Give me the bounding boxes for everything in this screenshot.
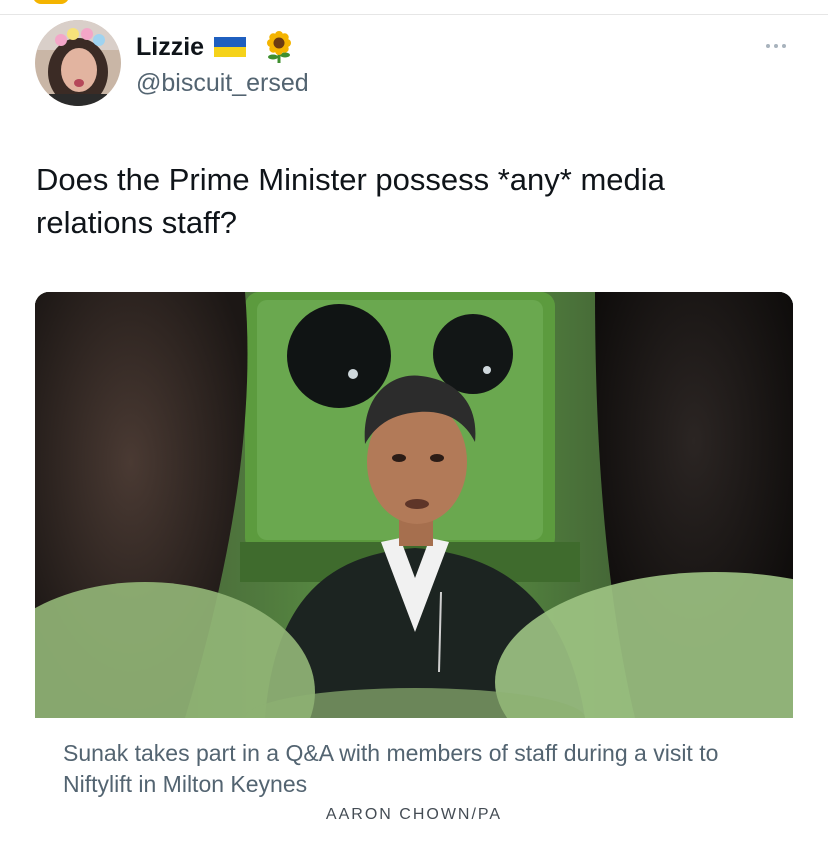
previous-tweet-edge [33, 0, 69, 4]
ukraine-flag-icon [212, 34, 248, 60]
author-name-row: Lizzie [136, 30, 296, 64]
sunflower-icon [262, 30, 296, 64]
display-name[interactable]: Lizzie [136, 32, 204, 62]
news-photo[interactable] [35, 292, 793, 718]
photo-credit: AARON CHOWN/PA [325, 806, 503, 823]
photo-caption: Sunak takes part in a Q&A with members o… [63, 740, 719, 797]
author-handle[interactable]: @biscuit_ersed [136, 68, 309, 98]
avatar[interactable] [35, 20, 121, 106]
divider [0, 14, 828, 15]
more-options-icon[interactable] [760, 38, 792, 54]
tweet-text: Does the Prime Minister possess *any* me… [36, 162, 665, 240]
